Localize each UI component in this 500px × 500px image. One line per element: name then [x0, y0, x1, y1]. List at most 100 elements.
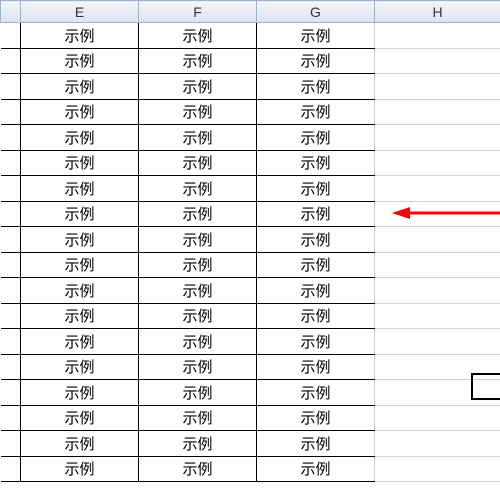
column-header-E[interactable]: E: [21, 1, 139, 23]
cell[interactable]: [375, 150, 500, 176]
cell[interactable]: 示例: [21, 48, 139, 74]
cell[interactable]: 示例: [139, 329, 257, 355]
cell[interactable]: 示例: [139, 150, 257, 176]
cell[interactable]: [375, 456, 500, 482]
cell[interactable]: 示例: [139, 74, 257, 100]
cell[interactable]: [375, 354, 500, 380]
cell[interactable]: [375, 380, 500, 406]
cell[interactable]: [375, 48, 500, 74]
cell[interactable]: 示例: [139, 303, 257, 329]
cell[interactable]: 示例: [21, 329, 139, 355]
cell[interactable]: 示例: [257, 150, 375, 176]
row-stub-cell[interactable]: [1, 125, 21, 151]
column-header-G[interactable]: G: [257, 1, 375, 23]
cell[interactable]: 示例: [257, 227, 375, 253]
cell[interactable]: 示例: [21, 380, 139, 406]
spreadsheet-viewport[interactable]: E F G H 示例示例示例示例示例示例示例示例示例示例示例示例示例示例示例示例…: [0, 0, 500, 500]
column-header-H[interactable]: H: [375, 1, 500, 23]
cell[interactable]: 示例: [139, 278, 257, 304]
row-stub-cell[interactable]: [1, 405, 21, 431]
cell[interactable]: 示例: [139, 176, 257, 202]
cell[interactable]: 示例: [21, 405, 139, 431]
cell[interactable]: 示例: [139, 99, 257, 125]
cell[interactable]: 示例: [21, 354, 139, 380]
cell[interactable]: 示例: [21, 176, 139, 202]
cell[interactable]: [375, 252, 500, 278]
cell[interactable]: 示例: [139, 380, 257, 406]
cell[interactable]: 示例: [139, 227, 257, 253]
cell[interactable]: 示例: [21, 150, 139, 176]
cell[interactable]: 示例: [21, 201, 139, 227]
cell[interactable]: 示例: [257, 431, 375, 457]
row-stub-cell[interactable]: [1, 176, 21, 202]
cell[interactable]: 示例: [257, 48, 375, 74]
cell[interactable]: 示例: [257, 23, 375, 49]
row-stub-cell[interactable]: [1, 354, 21, 380]
row-stub-cell[interactable]: [1, 150, 21, 176]
cell[interactable]: 示例: [139, 456, 257, 482]
cell[interactable]: 示例: [139, 201, 257, 227]
cell[interactable]: 示例: [257, 329, 375, 355]
cell[interactable]: 示例: [21, 125, 139, 151]
cell[interactable]: 示例: [257, 176, 375, 202]
table-row: 示例示例示例: [1, 201, 500, 227]
cell[interactable]: 示例: [21, 303, 139, 329]
row-stub-cell[interactable]: [1, 431, 21, 457]
row-stub-cell[interactable]: [1, 201, 21, 227]
cell[interactable]: 示例: [21, 278, 139, 304]
cell[interactable]: [375, 227, 500, 253]
cell[interactable]: 示例: [139, 431, 257, 457]
cell[interactable]: 示例: [21, 99, 139, 125]
cell[interactable]: [375, 431, 500, 457]
cell[interactable]: [375, 278, 500, 304]
cell[interactable]: 示例: [257, 303, 375, 329]
row-stub-cell[interactable]: [1, 48, 21, 74]
row-stub-cell[interactable]: [1, 252, 21, 278]
table-row: 示例示例示例: [1, 74, 500, 100]
cell[interactable]: 示例: [139, 405, 257, 431]
row-stub-cell[interactable]: [1, 74, 21, 100]
cell[interactable]: 示例: [257, 74, 375, 100]
cell[interactable]: 示例: [139, 48, 257, 74]
cell[interactable]: 示例: [257, 99, 375, 125]
cell[interactable]: [375, 74, 500, 100]
row-stub-cell[interactable]: [1, 380, 21, 406]
row-stub-cell[interactable]: [1, 329, 21, 355]
cell[interactable]: 示例: [257, 278, 375, 304]
cell[interactable]: 示例: [139, 23, 257, 49]
grid-table[interactable]: E F G H 示例示例示例示例示例示例示例示例示例示例示例示例示例示例示例示例…: [0, 0, 500, 482]
cell[interactable]: 示例: [21, 23, 139, 49]
cell[interactable]: 示例: [257, 405, 375, 431]
cell[interactable]: 示例: [257, 456, 375, 482]
row-stub-cell[interactable]: [1, 278, 21, 304]
cell[interactable]: 示例: [21, 227, 139, 253]
cell[interactable]: [375, 303, 500, 329]
cell[interactable]: 示例: [139, 252, 257, 278]
cell[interactable]: 示例: [21, 74, 139, 100]
cell[interactable]: 示例: [21, 456, 139, 482]
cell[interactable]: [375, 329, 500, 355]
cell[interactable]: [375, 99, 500, 125]
row-stub-cell[interactable]: [1, 227, 21, 253]
column-header-F[interactable]: F: [139, 1, 257, 23]
row-stub-cell[interactable]: [1, 456, 21, 482]
column-header-stub[interactable]: [1, 1, 21, 23]
row-stub-cell[interactable]: [1, 23, 21, 49]
table-row: 示例示例示例: [1, 176, 500, 202]
cell[interactable]: 示例: [21, 431, 139, 457]
cell[interactable]: 示例: [257, 380, 375, 406]
cell[interactable]: [375, 176, 500, 202]
row-stub-cell[interactable]: [1, 99, 21, 125]
cell[interactable]: 示例: [139, 354, 257, 380]
cell[interactable]: [375, 125, 500, 151]
cell[interactable]: [375, 201, 500, 227]
cell[interactable]: 示例: [257, 354, 375, 380]
cell[interactable]: 示例: [257, 125, 375, 151]
row-stub-cell[interactable]: [1, 303, 21, 329]
cell[interactable]: 示例: [139, 125, 257, 151]
cell[interactable]: 示例: [257, 252, 375, 278]
cell[interactable]: 示例: [257, 201, 375, 227]
cell[interactable]: 示例: [21, 252, 139, 278]
cell[interactable]: [375, 405, 500, 431]
cell[interactable]: [375, 23, 500, 49]
